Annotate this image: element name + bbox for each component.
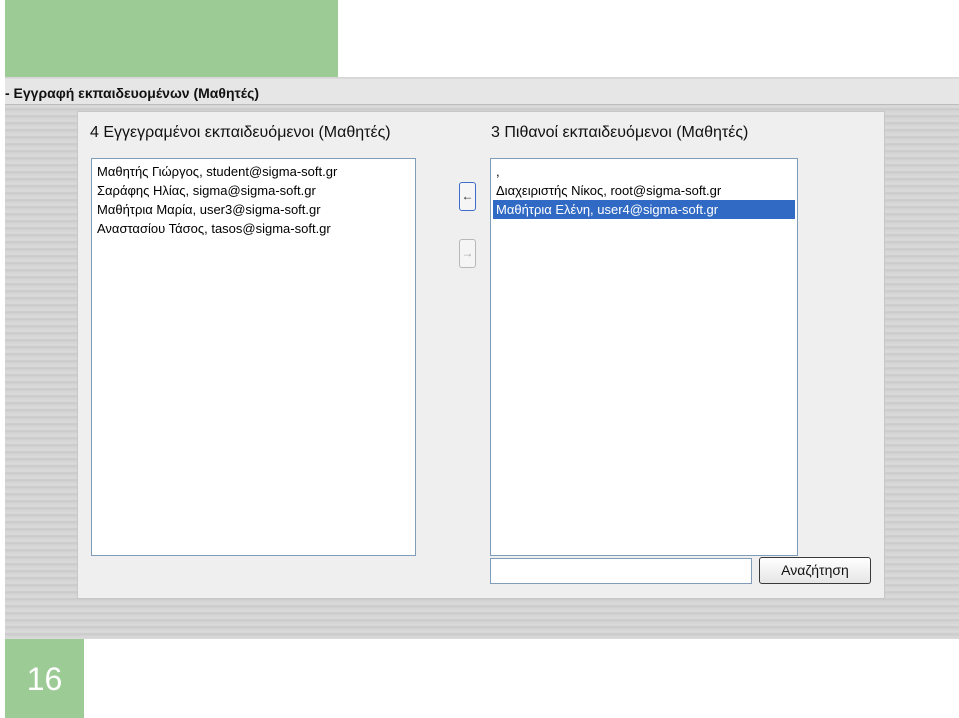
list-item[interactable]: , bbox=[493, 162, 795, 181]
window-title-bar: - Εγγραφή εκπαιδευομένων (Μαθητές) bbox=[5, 79, 959, 105]
list-item[interactable]: Αναστασίου Τάσος, tasos@sigma-soft.gr bbox=[94, 219, 413, 238]
screenshot-area: - Εγγραφή εκπαιδευομένων (Μαθητές) 4 Εγγ… bbox=[5, 77, 959, 639]
page-number-block: 16 bbox=[5, 639, 84, 718]
enrolled-heading: 4 Εγγεγραμένοι εκπαιδευόμενοι (Μαθητές) bbox=[90, 124, 391, 141]
page-number: 16 bbox=[26, 661, 63, 697]
search-button[interactable]: Αναζήτηση bbox=[759, 557, 871, 584]
enrolment-panel: 4 Εγγεγραμένοι εκπαιδευόμενοι (Μαθητές) … bbox=[77, 111, 885, 599]
list-item[interactable]: Μαθήτρια Μαρία, user3@sigma-soft.gr bbox=[94, 200, 413, 219]
green-header-block bbox=[5, 0, 338, 77]
list-item-selected[interactable]: Μαθήτρια Ελένη, user4@sigma-soft.gr bbox=[493, 200, 795, 219]
window-title: - Εγγραφή εκπαιδευομένων (Μαθητές) bbox=[5, 85, 260, 101]
remove-user-button[interactable]: → bbox=[459, 239, 476, 268]
search-input[interactable] bbox=[490, 558, 752, 584]
add-user-button[interactable]: ← bbox=[459, 182, 476, 211]
list-item[interactable]: Μαθητής Γιώργος, student@sigma-soft.gr bbox=[94, 162, 413, 181]
list-item[interactable]: Σαράφης Ηλίας, sigma@sigma-soft.gr bbox=[94, 181, 413, 200]
enrolled-list[interactable]: Μαθητής Γιώργος, student@sigma-soft.gr Σ… bbox=[91, 158, 416, 556]
potential-heading: 3 Πιθανοί εκπαιδευόμενοι (Μαθητές) bbox=[491, 124, 749, 141]
potential-list[interactable]: , Διαχειριστής Νίκος, root@sigma-soft.gr… bbox=[490, 158, 798, 556]
list-item[interactable]: Διαχειριστής Νίκος, root@sigma-soft.gr bbox=[493, 181, 795, 200]
